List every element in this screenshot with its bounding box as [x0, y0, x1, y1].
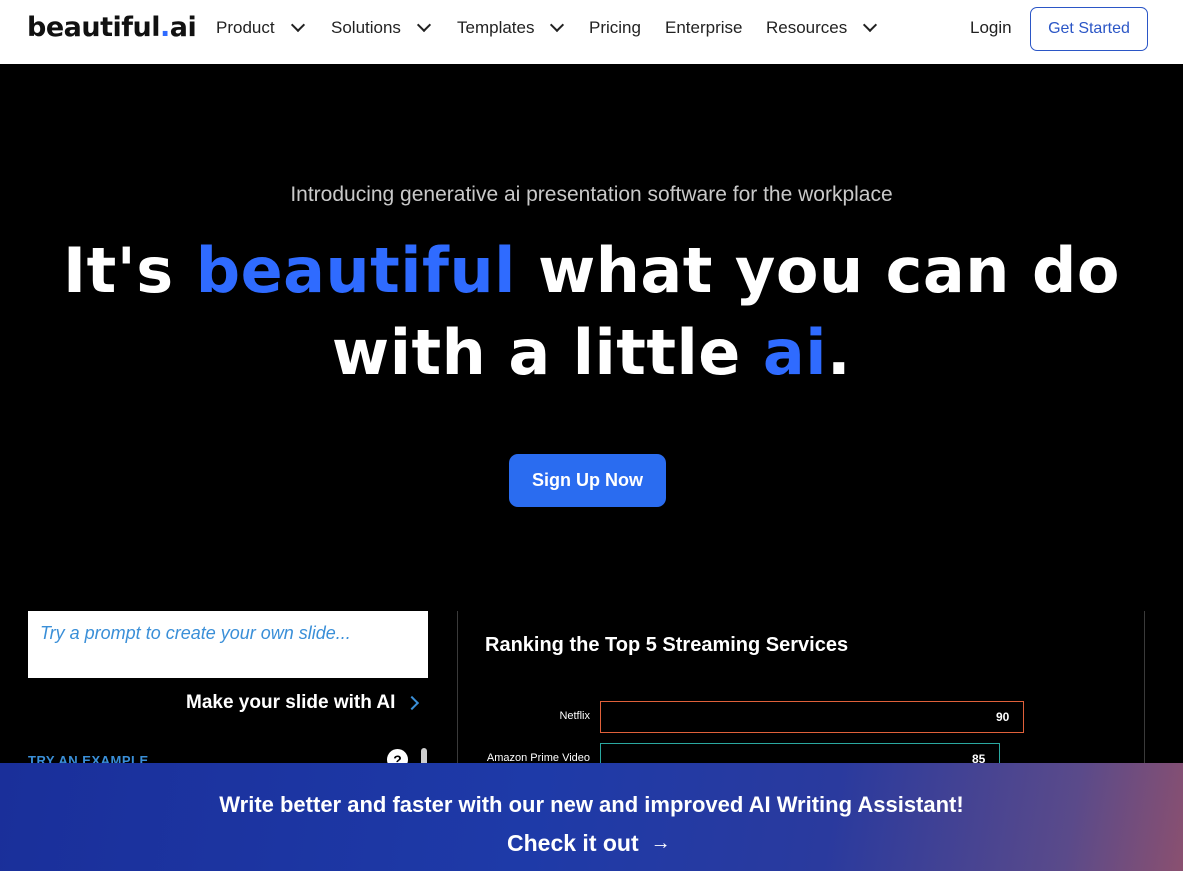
nav-item-label: Pricing — [589, 18, 641, 37]
nav-item-label: Resources — [766, 18, 848, 37]
bar-value-netflix: 90 — [996, 710, 1010, 724]
nav-item-label: Product — [216, 18, 275, 37]
divider-left — [457, 611, 458, 771]
nav-item-product[interactable]: Product — [216, 17, 305, 38]
headline-accent: beautiful — [195, 234, 516, 307]
make-slide-label: Make your slide with AI — [186, 692, 396, 713]
arrow-right-icon: → — [650, 832, 671, 854]
banner-text: Write better and faster with our new and… — [219, 792, 964, 817]
headline-text: . — [827, 316, 852, 389]
logo-dot: . — [159, 12, 170, 43]
headline-accent: ai — [762, 316, 827, 389]
nav-item-enterprise[interactable]: Enterprise — [665, 18, 742, 38]
logo-main: beautiful — [27, 12, 160, 43]
nav-item-resources[interactable]: Resources — [766, 17, 878, 38]
chevron-down-icon — [550, 17, 565, 33]
nav-item-label: Enterprise — [665, 18, 743, 37]
bar-netflix — [600, 701, 1024, 733]
hero-subtitle: Introducing generative ai presentation s… — [290, 183, 893, 206]
nav-item-label: Templates — [457, 18, 535, 37]
headline-text: It's — [63, 234, 196, 307]
get-started-button[interactable]: Get Started — [1030, 7, 1148, 51]
chevron-down-icon — [416, 17, 432, 33]
nav-item-templates[interactable]: Templates — [457, 17, 565, 38]
nav-item-label: Solutions — [331, 18, 401, 37]
check-it-out-label: Check it out — [507, 830, 639, 856]
nav-item-pricing[interactable]: Pricing — [589, 18, 641, 38]
check-it-out-link[interactable]: Check it out → — [507, 830, 671, 857]
nav-item-solutions[interactable]: Solutions — [331, 17, 432, 38]
logo-suffix: ai — [169, 12, 197, 43]
hero-headline-line1: It's beautiful what you can do — [0, 234, 1183, 307]
login-link[interactable]: Login — [970, 18, 1012, 38]
top-nav: beautiful.ai Product Solutions Templates… — [0, 0, 1183, 64]
hero-headline-line2: with a little ai. — [0, 316, 1183, 389]
headline-text: with a little — [331, 316, 763, 389]
logo[interactable]: beautiful.ai — [27, 12, 197, 43]
promo-banner: Write better and faster with our new and… — [0, 763, 1183, 871]
slide-title: Ranking the Top 5 Streaming Services — [485, 634, 849, 656]
chevron-down-icon — [863, 17, 878, 33]
divider-right — [1144, 611, 1145, 771]
make-slide-button[interactable]: Make your slide with AI — [186, 692, 420, 714]
sign-up-button[interactable]: Sign Up Now — [509, 454, 666, 507]
headline-text: what you can do — [515, 234, 1120, 307]
prompt-input[interactable] — [28, 611, 428, 678]
chevron-right-icon — [405, 695, 420, 711]
bar-label-netflix: Netflix — [559, 710, 590, 722]
chevron-down-icon — [290, 17, 305, 33]
